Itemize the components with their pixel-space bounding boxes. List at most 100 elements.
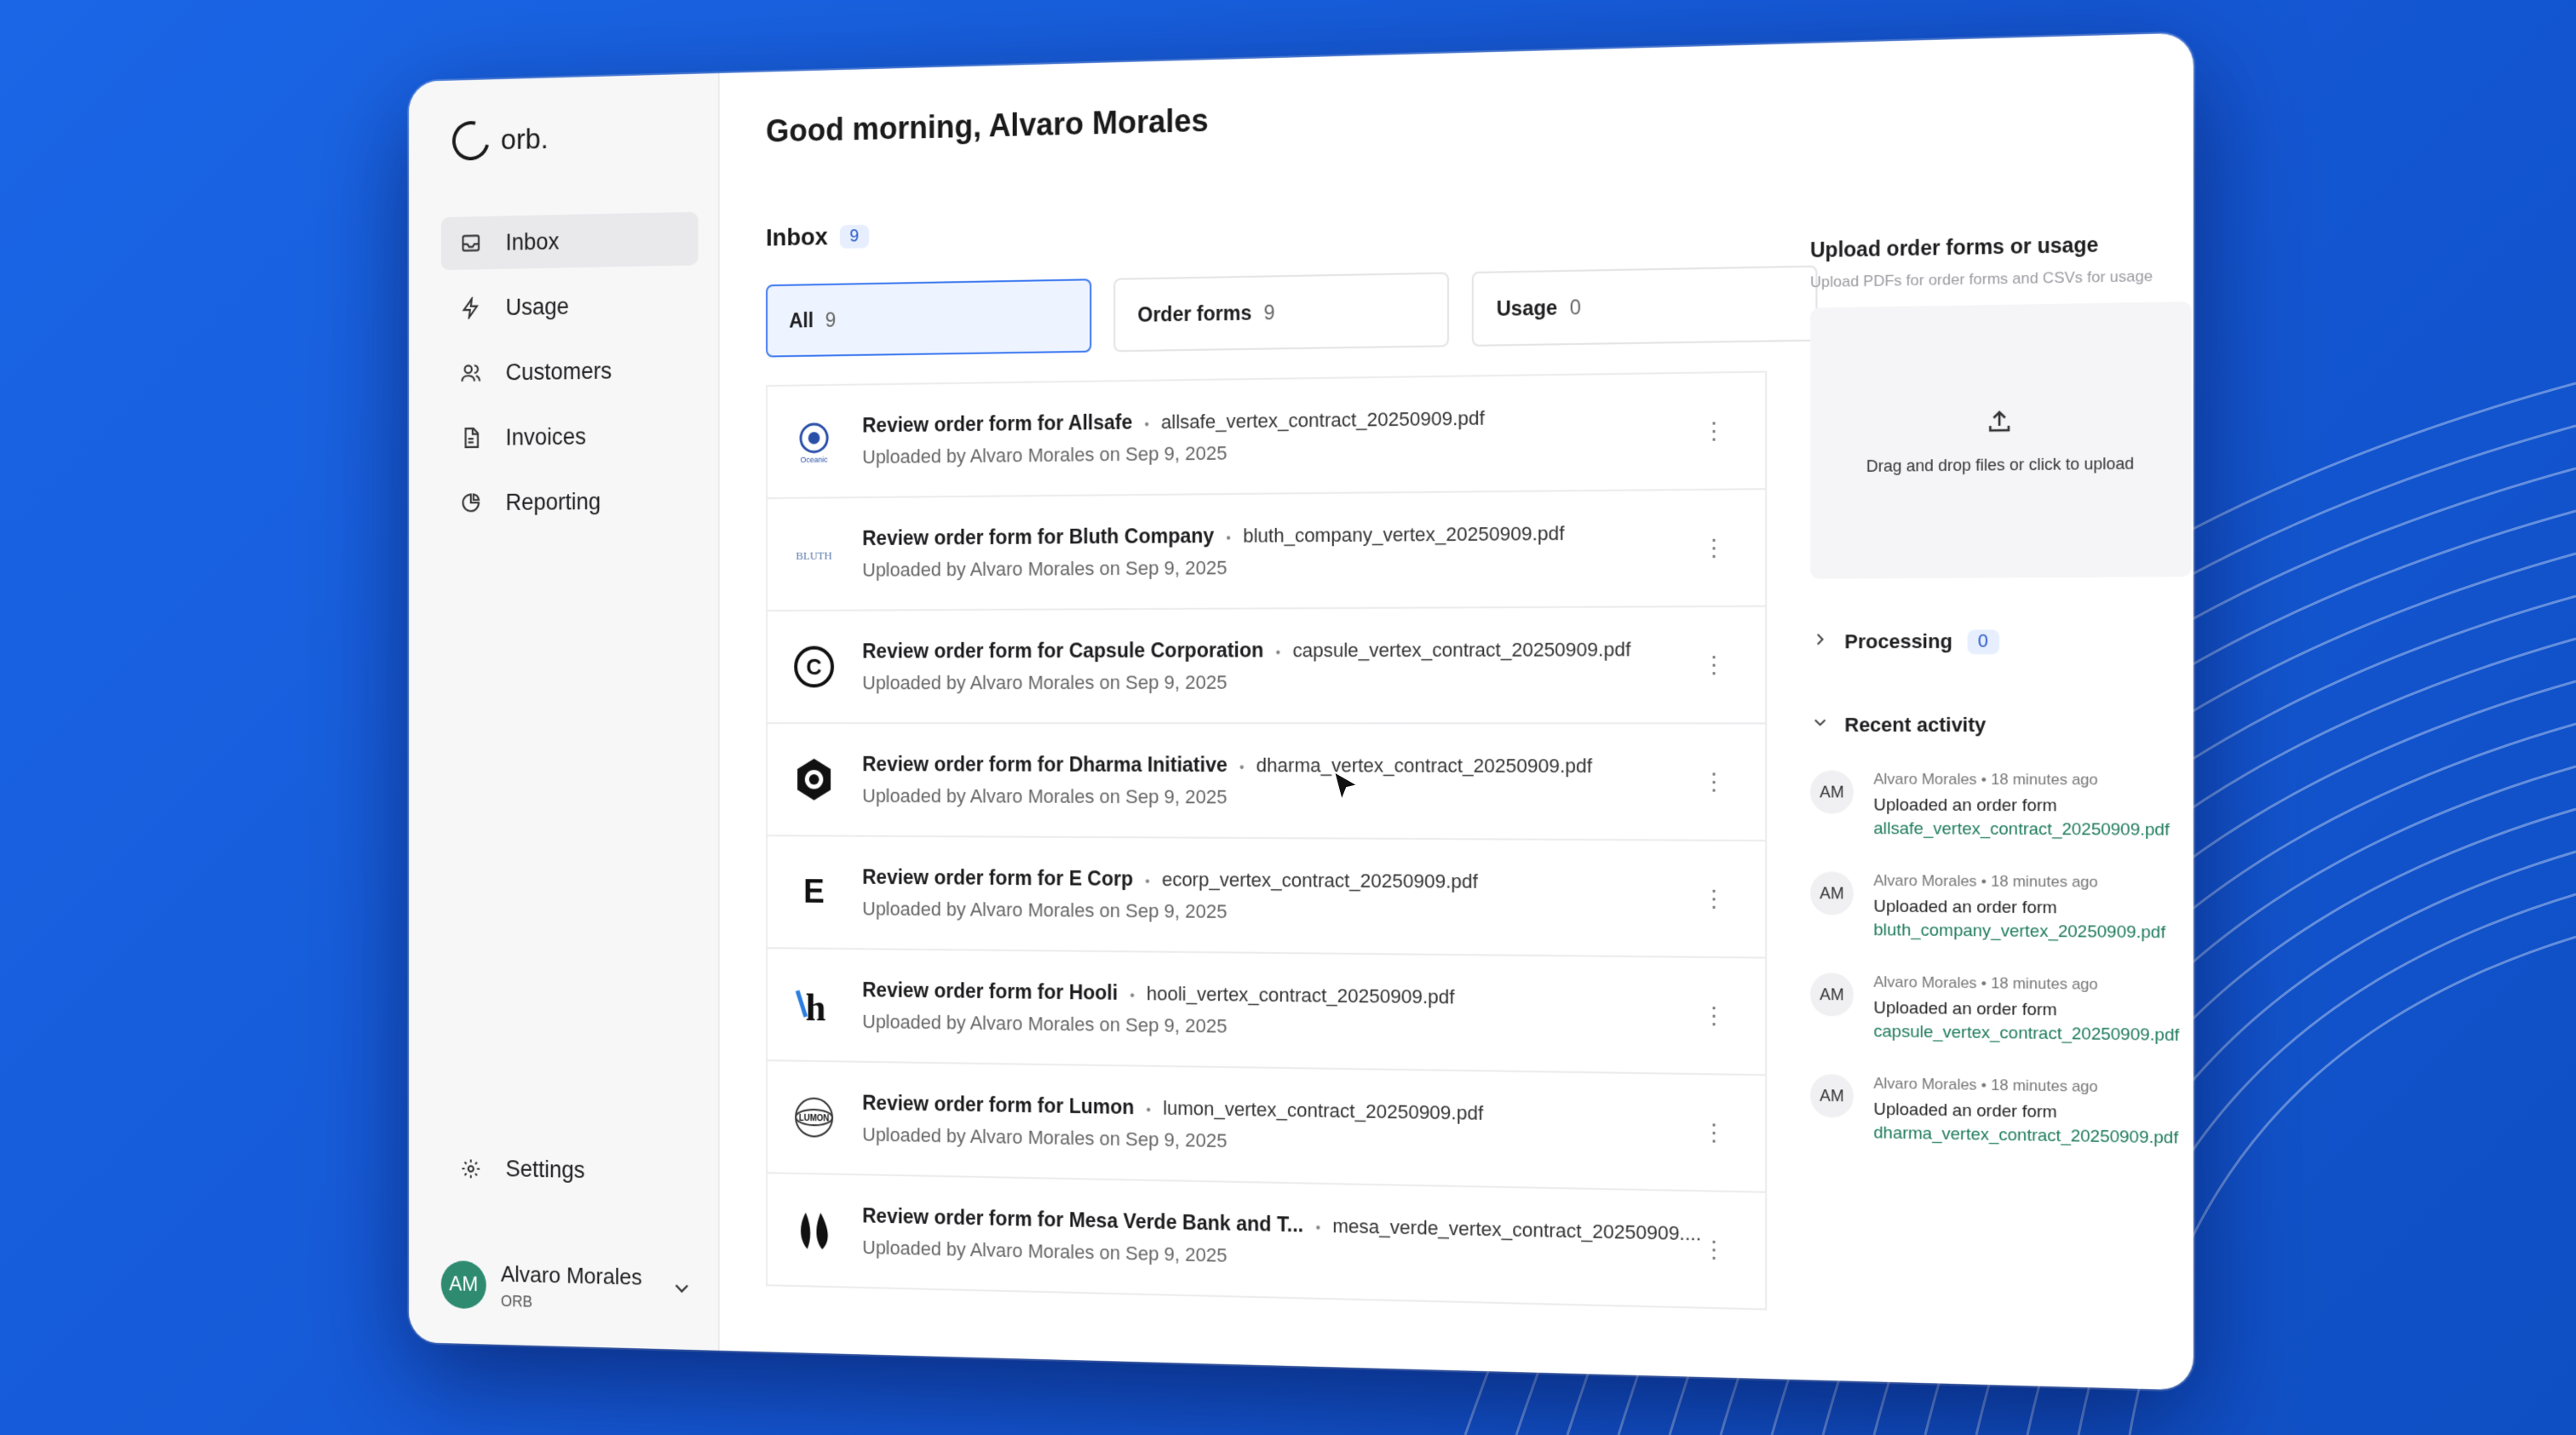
separator-dot: • <box>1145 874 1150 889</box>
logo-text: E <box>803 873 825 910</box>
inbox-heading: Inbox 9 <box>766 222 869 252</box>
more-options-icon[interactable]: ⋮ <box>1702 885 1725 913</box>
row-file: dharma_vertex_contract_20250909.pdf <box>1256 753 1593 777</box>
activity-item: AM Alvaro Morales • 18 minutes ago Uploa… <box>1809 871 2192 944</box>
more-options-icon[interactable]: ⋮ <box>1702 651 1725 679</box>
activity-file-link[interactable]: capsule_vertex_contract_20250909.pdf <box>1873 1022 2179 1046</box>
list-item[interactable]: LUMON Review order form for Lumon • lumon_… <box>768 1061 1766 1193</box>
activity-user: Alvaro Morales <box>1873 871 1977 890</box>
activity-time: 18 minutes ago <box>1991 1076 2098 1096</box>
row-file: bluth_company_vertex_20250909.pdf <box>1243 521 1565 547</box>
more-options-icon[interactable]: ⋮ <box>1702 534 1725 562</box>
activity-user: Alvaro Morales <box>1873 1074 1977 1093</box>
more-options-icon[interactable]: ⋮ <box>1702 1236 1725 1264</box>
tab-count: 9 <box>1263 300 1275 324</box>
recent-activity-label: Recent activity <box>1844 713 1987 737</box>
processing-count-badge: 0 <box>1967 629 1999 654</box>
sidebar-item-customers[interactable]: Customers <box>441 343 699 400</box>
company-logo-allsafe: Oceanic <box>791 417 837 467</box>
activity-time: 18 minutes ago <box>1991 974 2098 993</box>
activity-meta: Alvaro Morales • 18 minutes ago <box>1873 1074 2098 1096</box>
activity-meta: Alvaro Morales • 18 minutes ago <box>1873 973 2098 993</box>
list-item[interactable]: E Review order form for E Corp • ecorp_ver… <box>768 836 1766 959</box>
company-logo-bluth: BLUTH <box>791 530 837 578</box>
sidebar-item-inbox[interactable]: Inbox <box>440 211 699 271</box>
sidebar-item-label: Invoices <box>505 422 587 451</box>
users-icon <box>460 362 481 384</box>
app-window: orb. Inbox Usage Customers Invoices Repo… <box>409 32 2194 1391</box>
orb-logo-icon <box>446 113 497 168</box>
tab-count: 9 <box>825 307 837 331</box>
row-subtitle: Uploaded by Alvaro Morales on Sep 9, 202… <box>862 556 1228 581</box>
more-options-icon[interactable]: ⋮ <box>1702 1002 1725 1030</box>
more-options-icon[interactable]: ⋮ <box>1702 417 1725 445</box>
company-logo-hooli: h <box>791 980 837 1030</box>
sidebar-item-label: Customers <box>505 357 612 385</box>
list-item[interactable]: BLUTH Review order form for Bluth Compan… <box>768 490 1766 612</box>
recent-activity-toggle[interactable]: Recent activity <box>1810 713 2192 738</box>
list-item[interactable]: h Review order form for Hooli • hooli_vert… <box>768 949 1766 1076</box>
activity-item: AM Alvaro Morales • 18 minutes ago Uploa… <box>1809 973 2192 1046</box>
separator-dot: • <box>1144 416 1150 433</box>
main-content: Good morning, Alvaro Morales Inbox 9 All… <box>720 32 2194 1390</box>
processing-section-toggle[interactable]: Processing 0 <box>1810 628 2192 654</box>
settings-label: Settings <box>505 1156 585 1184</box>
upload-panel: Upload order forms or usage Upload PDFs … <box>1809 231 2192 1149</box>
list-item[interactable]: C Review order form for Capsule Corporat… <box>768 606 1766 725</box>
row-title: Review order form for Capsule Corporatio… <box>862 638 1264 663</box>
activity-time: 18 minutes ago <box>1991 872 2098 891</box>
bolt-icon <box>460 296 481 319</box>
document-icon <box>460 427 481 449</box>
inbox-label: Inbox <box>766 222 828 251</box>
row-subtitle: Uploaded by Alvaro Morales on Sep 9, 202… <box>862 1122 1228 1151</box>
row-subtitle: Uploaded by Alvaro Morales on Sep 9, 202… <box>862 897 1228 922</box>
separator-dot: • <box>1239 760 1245 775</box>
avatar: AM <box>1809 871 1854 916</box>
avatar: AM <box>1809 1073 1854 1118</box>
inbox-list: Oceanic Review order form for Allsafe • al… <box>766 370 1768 1311</box>
sidebar-item-reporting[interactable]: Reporting <box>441 474 699 529</box>
list-item[interactable]: Oceanic Review order form for Allsafe • al… <box>768 372 1766 500</box>
gear-icon <box>460 1157 481 1180</box>
sidebar: orb. Inbox Usage Customers Invoices Repo… <box>409 72 720 1351</box>
logo-text: h <box>806 987 826 1028</box>
upload-title: Upload order forms or usage <box>1809 232 2099 262</box>
chevron-down-icon[interactable] <box>670 1276 693 1305</box>
upload-dropzone[interactable]: Drag and drop files or click to upload <box>1809 301 2192 579</box>
company-logo-lumon: LUMON <box>791 1093 837 1142</box>
sidebar-nav: Inbox Usage Customers Invoices Reporting <box>440 211 699 542</box>
tab-label: Usage <box>1496 296 1558 320</box>
list-item[interactable]: Review order form for Mesa Verde Bank an… <box>768 1174 1766 1311</box>
avatar: AM <box>440 1260 486 1310</box>
sidebar-item-invoices[interactable]: Invoices <box>441 409 699 465</box>
more-options-icon[interactable]: ⋮ <box>1702 1118 1725 1146</box>
activity-file-link[interactable]: dharma_vertex_contract_20250909.pdf <box>1873 1123 2178 1149</box>
sidebar-item-usage[interactable]: Usage <box>441 278 699 336</box>
more-options-icon[interactable]: ⋮ <box>1702 768 1725 796</box>
activity-file-link[interactable]: allsafe_vertex_contract_20250909.pdf <box>1873 819 2169 841</box>
settings-link[interactable]: Settings <box>460 1155 585 1184</box>
row-subtitle: Uploaded by Alvaro Morales on Sep 9, 202… <box>862 784 1228 808</box>
logo-text: Oceanic <box>801 455 829 464</box>
company-logo-mesa-verde <box>791 1205 837 1254</box>
company-logo-ecorp: E <box>791 868 837 916</box>
row-subtitle: Uploaded by Alvaro Morales on Sep 9, 202… <box>862 441 1228 468</box>
tab-label: All <box>789 308 814 332</box>
sidebar-item-label: Inbox <box>505 227 560 255</box>
row-subtitle: Uploaded by Alvaro Morales on Sep 9, 202… <box>862 1010 1228 1037</box>
activity-file-link[interactable]: bluth_company_vertex_20250909.pdf <box>1873 921 2165 943</box>
separator-dot: • <box>1226 530 1232 546</box>
list-item[interactable]: Review order form for Dharma Initiative •… <box>768 724 1766 842</box>
user-menu[interactable]: AM Alvaro Morales ORB <box>440 1260 693 1316</box>
activity-meta: Alvaro Morales • 18 minutes ago <box>1873 871 2098 891</box>
company-logo-capsule: C <box>791 642 837 691</box>
brand-logo[interactable]: orb. <box>446 113 549 168</box>
inbox-icon <box>460 232 481 255</box>
upload-icon <box>1986 407 2013 439</box>
row-title: Review order form for Mesa Verde Bank an… <box>862 1203 1304 1237</box>
tab-all[interactable]: All 9 <box>766 278 1092 358</box>
tab-order-forms[interactable]: Order forms 9 <box>1113 272 1450 353</box>
chevron-down-icon <box>1810 713 1830 738</box>
tab-usage[interactable]: Usage 0 <box>1471 265 1818 347</box>
logo-text: BLUTH <box>796 549 832 562</box>
